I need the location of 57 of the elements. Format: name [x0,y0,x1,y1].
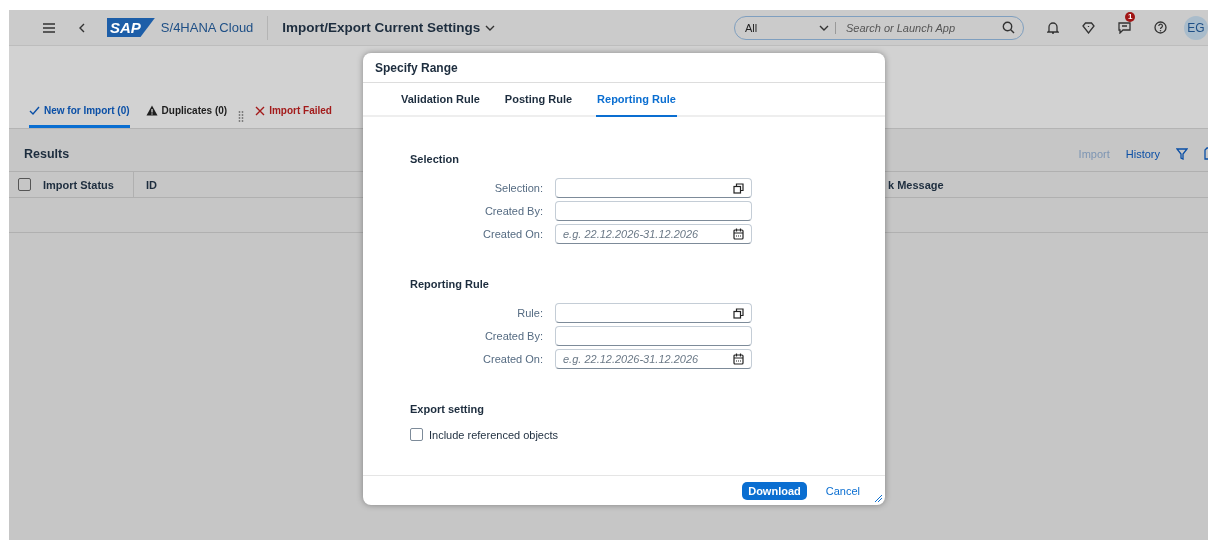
resize-handle-icon[interactable] [874,494,883,503]
value-help-icon[interactable] [733,182,744,194]
input-field[interactable] [555,303,752,323]
field-label: Created On: [482,353,543,365]
filter-tab[interactable]: New for Import (0) [29,105,130,128]
tab[interactable]: Posting Rule [503,83,574,117]
product-name: S/4HANA Cloud [160,20,254,35]
input-field[interactable] [555,201,752,221]
field-label: Selection: [493,182,543,194]
chat-icon[interactable] [1118,21,1131,34]
field-label: Created On: [482,228,543,240]
chevron-down-icon [819,23,829,32]
section-title: Selection [410,153,460,165]
input-field[interactable] [555,326,752,346]
notification-badge: 1 [1125,12,1136,22]
help-icon[interactable] [1154,21,1167,34]
menu-icon[interactable] [42,21,56,34]
tab[interactable]: Validation Rule [400,83,481,117]
filter-tab[interactable]: Duplicates (0) [145,105,228,128]
value-help-icon[interactable] [733,307,744,319]
input-field[interactable]: e.g. 22.12.2026-31.12.2026 [555,349,752,369]
dialog-button[interactable]: Download [742,481,807,500]
logo[interactable]: SAP [107,18,155,37]
user-avatar[interactable]: EG [1184,15,1208,40]
select-all-checkbox[interactable] [18,178,31,191]
back-icon[interactable] [78,22,86,33]
drag-handle-icon[interactable] [238,110,245,123]
chevron-down-icon [485,23,496,32]
field-label: Created By: [483,205,543,217]
search-field[interactable]: All Search or Launch App [734,15,1024,40]
calendar-icon[interactable] [733,353,744,365]
cross-icon [255,105,266,116]
checkmark-icon [29,105,40,116]
input-field[interactable]: e.g. 22.12.2026-31.12.2026 [555,224,752,244]
column-header[interactable]: k Message [888,178,1208,191]
search-scope-select[interactable]: All [745,21,836,34]
calendar-icon[interactable] [733,228,744,240]
dialog-button[interactable]: Cancel [819,481,866,500]
search-icon[interactable] [1002,21,1015,34]
diamond-icon[interactable] [1082,21,1095,34]
results-title: Results [24,146,70,161]
field-label: Created By: [483,330,543,342]
bell-icon[interactable] [1047,21,1059,34]
tab[interactable]: Reporting Rule [596,83,677,117]
checkbox[interactable] [410,428,423,441]
warning-icon [145,105,158,116]
section-title: Reporting Rule [410,278,490,290]
field-label: Rule: [516,307,543,319]
input-field[interactable] [555,178,752,198]
column-header[interactable]: Import Status [31,172,134,197]
dialog-title: Specify Range [363,53,885,83]
filter-tab[interactable]: Import Failed [255,105,332,128]
toolbar-button[interactable]: History [1125,147,1160,160]
section-title: Export setting [410,403,485,415]
checkbox-label: Include referenced objects [429,428,559,441]
app-title-menu[interactable]: Import/Export Current Settings [282,20,496,35]
filter-icon[interactable] [1176,147,1188,160]
